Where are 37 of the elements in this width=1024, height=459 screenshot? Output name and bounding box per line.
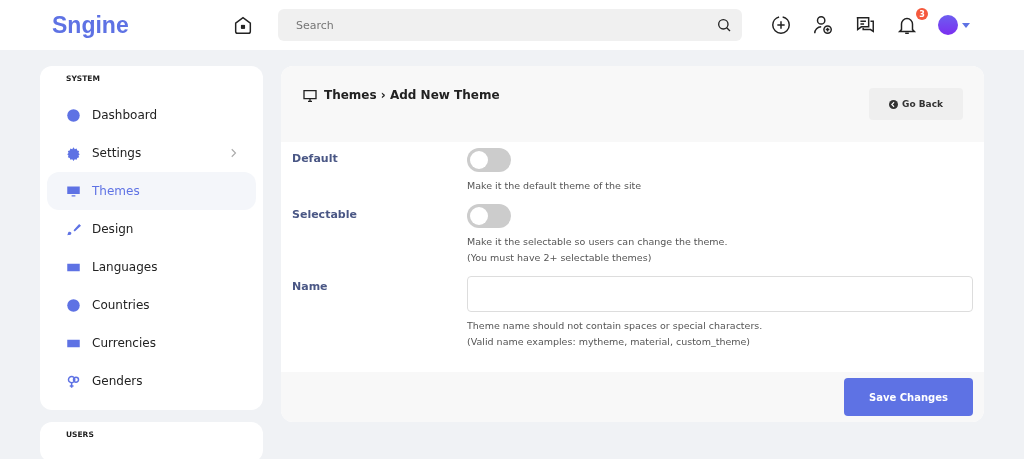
save-button[interactable]: Save Changes: [844, 378, 973, 416]
logo[interactable]: Sngine: [52, 11, 232, 39]
name-input[interactable]: [467, 276, 973, 312]
sidebar-item[interactable]: Settings: [47, 134, 256, 172]
nav-icon: [66, 145, 81, 161]
sidebar-item[interactable]: Design: [47, 210, 256, 248]
monitor-icon: [302, 88, 318, 104]
search-icon[interactable]: [716, 17, 732, 33]
sidebar-item[interactable]: Genders: [47, 362, 256, 400]
toggle-switch[interactable]: [467, 148, 511, 172]
field-label: Selectable: [292, 207, 358, 223]
panel-title: Themes › Add New Theme: [324, 88, 500, 102]
help-text: Theme name should not contain spaces or special characters. (Valid name examples: mytheme, material, custom_theme): [467, 319, 764, 349]
field-label: Name: [292, 279, 329, 295]
avatar[interactable]: [938, 15, 958, 35]
nav-icon: [66, 221, 81, 237]
sidebar-item[interactable]: Countries: [47, 286, 256, 324]
home-icon[interactable]: [232, 14, 254, 36]
notification-badge: 3: [916, 8, 928, 20]
sidebar-item[interactable]: Currencies: [47, 324, 256, 362]
nav-icon: [66, 107, 81, 123]
nav-icon: [66, 297, 81, 313]
chevron-icon: [231, 148, 237, 158]
caret-icon[interactable]: [962, 22, 970, 28]
toggle-switch[interactable]: [467, 204, 511, 228]
sidebar-item[interactable]: Languages: [47, 248, 256, 286]
sidebar-item[interactable]: Dashboard: [47, 96, 256, 134]
add-user-icon[interactable]: [812, 14, 834, 36]
back-icon: [889, 99, 898, 109]
nav-icon: [66, 373, 81, 389]
field-label: Default: [292, 151, 339, 167]
help-text: Make it the default theme of the site: [467, 179, 643, 193]
search-field[interactable]: Search: [278, 9, 742, 41]
sidebar-item[interactable]: Themes: [47, 172, 256, 210]
add-icon[interactable]: [770, 14, 792, 36]
go-back-button[interactable]: Go Back: [869, 88, 963, 120]
help-text: Make it the selectable so users can change the theme. (You must have 2+ selectable themes): [467, 235, 729, 265]
